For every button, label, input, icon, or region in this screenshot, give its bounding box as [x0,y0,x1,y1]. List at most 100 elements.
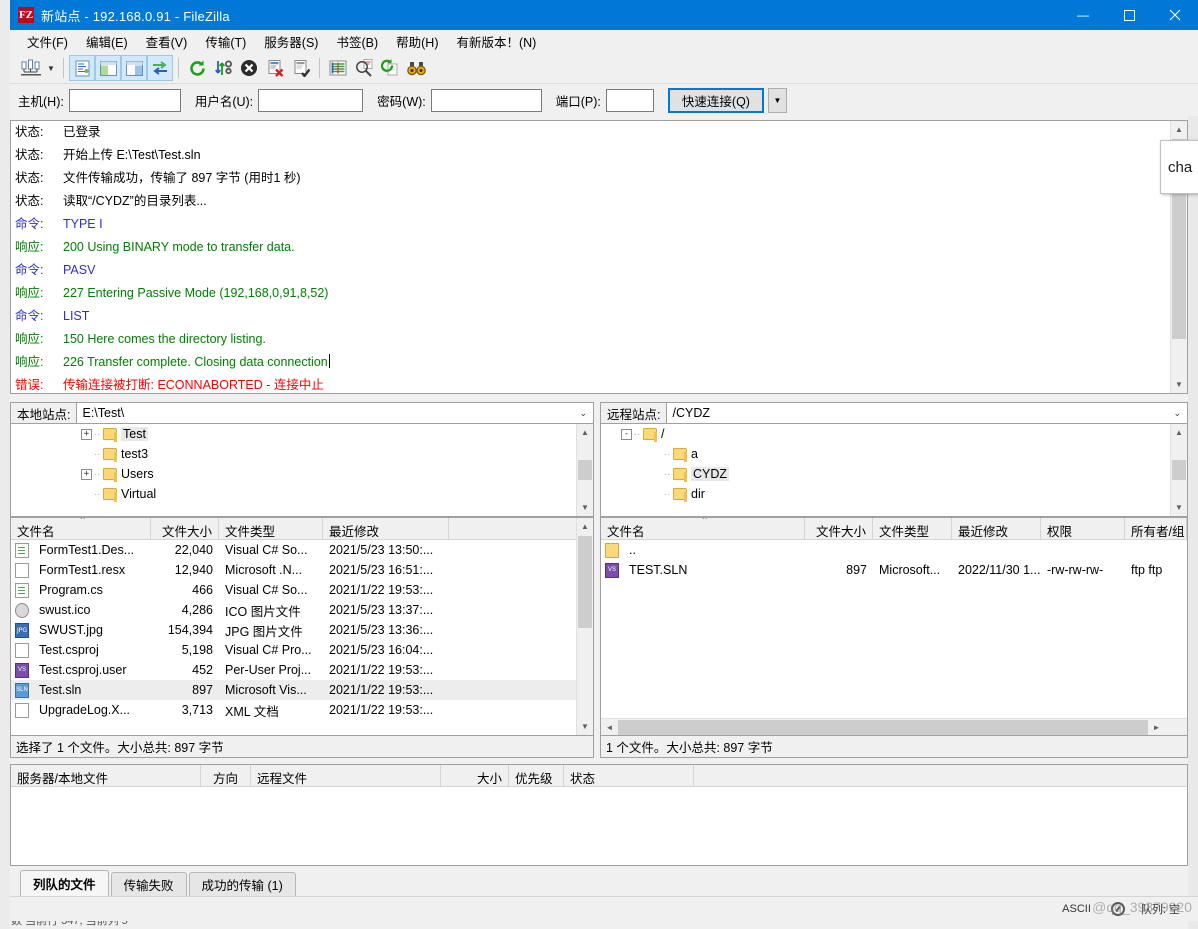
menu-file[interactable]: 文件(F) [18,29,77,54]
search-remote-files-icon[interactable] [403,55,429,81]
scroll-up-icon[interactable]: ▲ [1171,424,1187,441]
remote-tree-scrollbar[interactable]: ▲ ▼ [1170,424,1187,516]
scroll-left-icon[interactable]: ◄ [601,723,618,732]
menu-help[interactable]: 帮助(H) [387,29,447,54]
cancel-icon[interactable] [236,55,262,81]
table-row[interactable]: Program.cs 466 Visual C# So... 2021/1/22 19… [11,580,593,600]
transfer-queue[interactable]: 服务器/本地文件 方向 远程文件 大小 优先级 状态 [10,764,1188,866]
menu-new-version[interactable]: 有新版本！(N) [447,29,545,54]
synchronized-browsing-icon[interactable] [377,55,403,81]
menu-server[interactable]: 服务器(S) [255,29,327,54]
process-queue-icon[interactable] [210,55,236,81]
menu-view[interactable]: 查看(V) [137,29,197,54]
scroll-right-icon[interactable]: ► [1148,723,1165,732]
minimize-button[interactable]: — [1060,0,1106,30]
scroll-down-icon[interactable]: ▼ [577,499,593,516]
local-column-header[interactable]: 文件类型 [219,518,323,539]
username-input[interactable] [258,88,364,112]
scroll-thumb[interactable] [1172,460,1186,480]
remote-column-header[interactable]: 权限 [1041,518,1125,539]
remote-column-header[interactable]: 文件名 ^ [601,518,805,539]
remote-directory-tree[interactable]: - ·· / ·· a ·· CYDZ ·· dir ▲ ▼ [600,424,1188,517]
tree-item[interactable]: ·· a [601,444,1187,464]
local-column-header[interactable]: 文件名 ^ [11,518,151,539]
menu-edit[interactable]: 编辑(E) [77,29,137,54]
remote-column-header[interactable]: 所有者/组 [1125,518,1187,539]
toggle-remote-tree-icon[interactable] [121,55,147,81]
toggle-transfer-queue-icon[interactable] [147,55,173,81]
remote-file-list-hscrollbar[interactable]: ◄ ► [601,718,1187,735]
tree-item[interactable]: + ·· Users [11,464,593,484]
local-column-header[interactable]: 文件大小 [151,518,219,539]
tree-item[interactable]: - ·· / [601,424,1187,444]
table-row[interactable]: VS TEST.SLN 897 Microsoft... 2022/11/30 1...… [601,560,1187,580]
tab-successful-transfers[interactable]: 成功的传输 (1) [188,872,296,896]
tree-item[interactable]: + ·· Test [11,424,593,444]
site-manager-dropdown-icon[interactable]: ▼ [44,55,58,81]
queue-column-header[interactable]: 优先级 [509,765,564,786]
compare-directories-icon[interactable] [351,55,377,81]
password-input[interactable] [430,88,542,112]
filter-icon[interactable] [325,55,351,81]
tree-expand-icon[interactable]: + [81,428,92,440]
message-log[interactable]: 状态: 已登录 状态: 开始上传 E:\Test\Test.sln 状态: 文件传输成功，… [10,120,1188,394]
toggle-local-tree-icon[interactable] [95,55,121,81]
scroll-up-icon[interactable]: ▲ [1171,121,1187,138]
remote-column-header[interactable]: 最近修改 [952,518,1041,539]
queue-column-header[interactable]: 远程文件 [251,765,441,786]
tree-item[interactable]: ·· CYDZ [601,464,1187,484]
local-file-list-scrollbar[interactable]: ▲ ▼ [576,518,593,735]
table-row[interactable]: FormTest1.Des... 22,040 Visual C# So... 202… [11,540,593,560]
scroll-thumb[interactable] [618,719,1148,735]
scroll-down-icon[interactable]: ▼ [1171,499,1187,516]
table-row[interactable]: JPG SWUST.jpg 154,394 JPG 图片文件 2021/5/23 13:… [11,620,593,640]
remote-file-list[interactable]: 文件名 ^ 文件大小 文件类型 最近修改 权限 所有者/组 .. VS TEST.SLN 897 M… [600,517,1188,736]
close-button[interactable] [1152,0,1198,30]
queue-column-header[interactable]: 服务器/本地文件 [11,765,201,786]
remote-column-header[interactable]: 文件大小 [805,518,873,539]
quickconnect-button[interactable]: 快速连接(Q) [667,87,764,113]
local-directory-tree[interactable]: + ·· Test ·· test3 + ·· Users ·· Virtual ▲ ▼ [10,424,594,517]
local-site-path-combo[interactable]: E:\Test\ ⌄ [77,402,594,424]
remote-site-path-combo[interactable]: /CYDZ ⌄ [667,402,1188,424]
port-input[interactable] [605,88,654,112]
tree-item[interactable]: ·· dir [601,484,1187,504]
table-row[interactable]: VS Test.csproj.user 452 Per-User Proj... 202… [11,660,593,680]
table-row[interactable]: UpgradeLog.X... 3,713 XML 文档 2021/1/22 19:5… [11,700,593,720]
remote-column-header[interactable]: 文件类型 [873,518,952,539]
table-row[interactable]: .. [601,540,1187,560]
tree-item[interactable]: ·· Virtual [11,484,593,504]
menu-transfer[interactable]: 传输(T) [196,29,255,54]
queue-column-header[interactable]: 状态 [564,765,694,786]
table-row[interactable]: swust.ico 4,286 ICO 图片文件 2021/5/23 13:37:..… [11,600,593,620]
tab-queued-files[interactable]: 列队的文件 [20,870,109,896]
tree-collapse-icon[interactable]: - [621,428,632,440]
menu-bookmarks[interactable]: 书签(B) [327,29,387,54]
local-column-header[interactable]: 最近修改 [323,518,449,539]
reconnect-icon[interactable] [288,55,314,81]
scroll-down-icon[interactable]: ▼ [1171,376,1187,393]
scroll-thumb[interactable] [578,460,592,480]
local-tree-scrollbar[interactable]: ▲ ▼ [576,424,593,516]
toggle-message-log-icon[interactable] [69,55,95,81]
scroll-down-icon[interactable]: ▼ [577,718,593,735]
local-file-list[interactable]: 文件名 ^ 文件大小 文件类型 最近修改 FormTest1.Des... 22,040 V… [10,517,594,736]
site-manager-icon[interactable] [18,55,44,81]
queue-column-header[interactable]: 方向 [201,765,251,786]
scroll-up-icon[interactable]: ▲ [577,424,593,441]
disconnect-icon[interactable] [262,55,288,81]
tree-item[interactable]: ·· test3 [11,444,593,464]
scroll-up-icon[interactable]: ▲ [577,518,593,535]
tree-expand-icon[interactable]: + [81,468,92,480]
maximize-button[interactable] [1106,0,1152,30]
table-row[interactable]: SLN Test.sln 897 Microsoft Vis... 2021/1/22 … [11,680,593,700]
queue-column-header[interactable]: 大小 [441,765,509,786]
tab-failed-transfers[interactable]: 传输失败 [110,872,187,896]
scroll-thumb[interactable] [578,536,592,628]
quickconnect-history-dropdown-icon[interactable]: ▼ [767,87,787,113]
table-row[interactable]: Test.csproj 5,198 Visual C# Pro... 2021/5/2… [11,640,593,660]
chevron-down-icon[interactable]: ⌄ [1173,408,1181,419]
local-column-header[interactable] [449,518,589,539]
chevron-down-icon[interactable]: ⌄ [579,408,587,419]
table-row[interactable]: FormTest1.resx 12,940 Microsoft .N... 2021/… [11,560,593,580]
